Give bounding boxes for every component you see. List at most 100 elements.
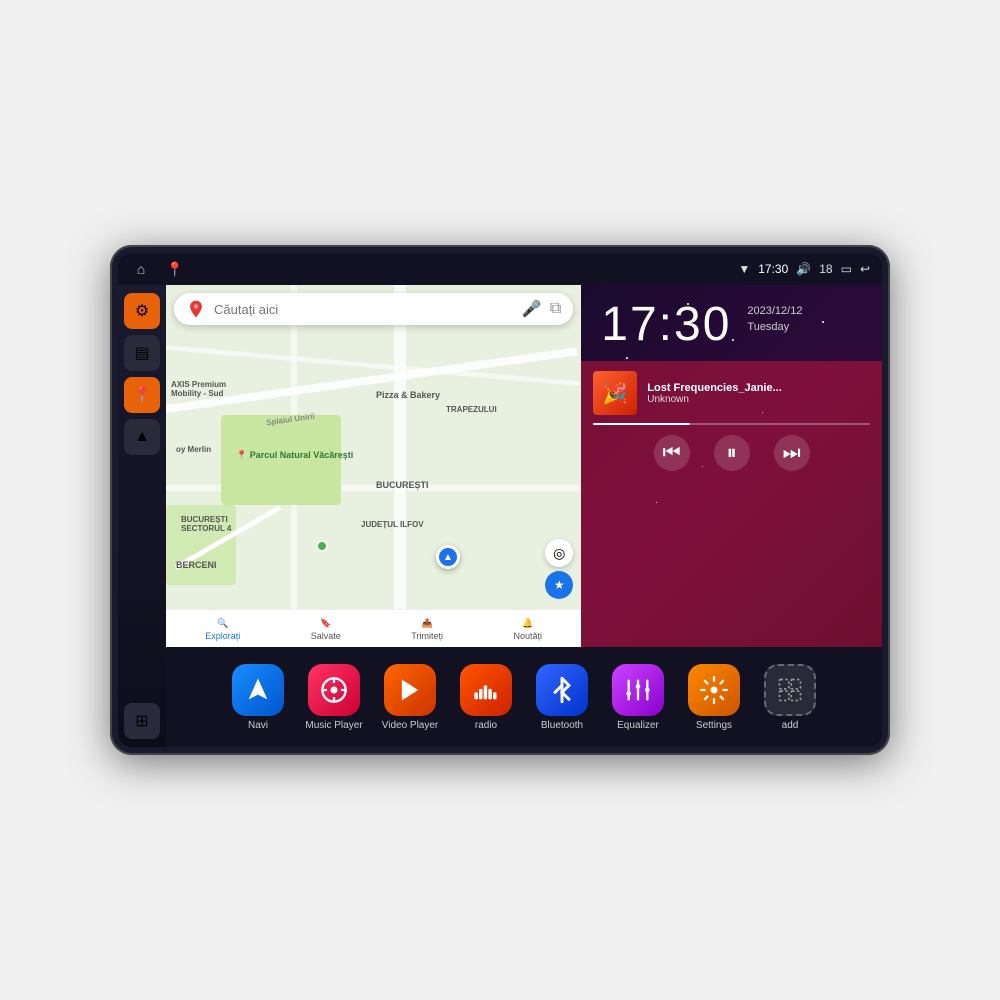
map-send-btn[interactable]: 📤 Trimiteți — [411, 618, 443, 641]
files-sidebar-btn[interactable]: ▤ — [124, 335, 160, 371]
app-settings[interactable]: Settings — [682, 664, 746, 731]
add-label: add — [782, 720, 799, 731]
map-label-axis: AXIS PremiumMobility - Sud — [171, 380, 226, 398]
settings-icon — [688, 664, 740, 716]
news-icon: 🔔 — [522, 618, 533, 629]
map-saved-btn[interactable]: 🔖 Salvate — [311, 618, 341, 641]
battery-icon: ▭ — [841, 262, 852, 276]
saved-label: Salvate — [311, 631, 341, 641]
app-equalizer[interactable]: Equalizer — [606, 664, 670, 731]
radio-icon — [460, 664, 512, 716]
music-progress-bar[interactable] — [593, 423, 870, 425]
left-sidebar: ⚙ ▤ 📍 ▲ ⊞ — [118, 285, 166, 747]
clock-display: 17:30 — [601, 301, 731, 349]
explore-label: Explorați — [205, 631, 240, 641]
map-label-parc: 📍 Parcul Natural Văcărești — [236, 450, 353, 461]
app-music-player[interactable]: Music Player — [302, 664, 366, 731]
music-player-label: Music Player — [305, 720, 362, 731]
app-bluetooth[interactable]: Bluetooth — [530, 664, 594, 731]
map-location-dot — [316, 540, 328, 552]
explore-icon: 🔍 — [217, 618, 228, 629]
map-bottom-bar: 🔍 Explorați 🔖 Salvate 📤 Trimiteți — [166, 609, 581, 647]
locate-button[interactable]: ◎ — [545, 539, 573, 567]
map-explore-btn[interactable]: 🔍 Explorați — [205, 618, 240, 641]
prev-button[interactable]: ⏮ — [654, 435, 690, 471]
navi-sidebar-btn[interactable]: ▲ — [124, 419, 160, 455]
clock-date-area: 2023/12/12 Tuesday — [747, 301, 802, 333]
video-player-label: Video Player — [382, 720, 439, 731]
main-content: ⚙ ▤ 📍 ▲ ⊞ — [118, 285, 882, 747]
app-navi[interactable]: Navi — [226, 664, 290, 731]
settings-label: Settings — [696, 720, 732, 731]
music-controls: ⏮ ⏸ ⏭ — [593, 435, 870, 471]
map-widget[interactable]: AXIS PremiumMobility - Sud 📍 Parcul Natu… — [166, 285, 581, 647]
car-head-unit: ⌂ 📍 ▼ 17:30 🔊 18 ▭ ↩ ⚙ ▤ 📍 ▲ ⊞ — [110, 245, 890, 755]
clock-day: Tuesday — [747, 321, 802, 333]
map-label-ilfov: JUDEȚUL ILFOV — [361, 520, 424, 529]
settings-sidebar-btn[interactable]: ⚙ — [124, 293, 160, 329]
bluetooth-icon — [536, 664, 588, 716]
map-label-berceni: BERCENI — [176, 560, 217, 570]
map-search-right: 🎤 ⧉ — [522, 299, 561, 319]
map-background: AXIS PremiumMobility - Sud 📍 Parcul Natu… — [166, 285, 581, 647]
status-right: ▼ 17:30 🔊 18 ▭ ↩ — [738, 262, 870, 276]
map-label-sector: BUCUREȘTISECTORUL 4 — [181, 515, 231, 533]
grid-btn[interactable]: ⊞ — [124, 703, 160, 739]
app-grid: Navi Music Player Video Player — [166, 647, 882, 747]
music-artist: Unknown — [647, 394, 870, 405]
equalizer-icon — [612, 664, 664, 716]
music-crowd-icon: 🎉 — [603, 381, 628, 406]
center-area: AXIS PremiumMobility - Sud 📍 Parcul Natu… — [166, 285, 882, 747]
volume-icon: 🔊 — [796, 262, 811, 276]
signal-icon: ▼ — [738, 262, 750, 276]
navi-label: Navi — [248, 720, 268, 731]
battery-number: 18 — [819, 262, 832, 276]
map-layers-icon[interactable]: ⧉ — [550, 300, 561, 318]
navigation-dot[interactable]: ▲ — [436, 545, 460, 569]
clock-section: 17:30 2023/12/12 Tuesday — [581, 285, 882, 361]
map-news-btn[interactable]: 🔔 Noutăți — [513, 618, 542, 641]
back-icon[interactable]: ↩ — [860, 262, 870, 276]
microphone-icon[interactable]: 🎤 — [522, 299, 542, 319]
road-2 — [394, 285, 406, 647]
next-button[interactable]: ⏭ — [774, 435, 810, 471]
music-progress-fill — [593, 423, 690, 425]
device-screen: ⌂ 📍 ▼ 17:30 🔊 18 ▭ ↩ ⚙ ▤ 📍 ▲ ⊞ — [118, 253, 882, 747]
map-label-trapez: TRAPEZULUI — [446, 405, 497, 414]
pause-button[interactable]: ⏸ — [714, 435, 750, 471]
top-row: AXIS PremiumMobility - Sud 📍 Parcul Natu… — [166, 285, 882, 647]
status-left: ⌂ 📍 — [130, 258, 186, 280]
music-thumbnail: 🎉 — [593, 371, 637, 415]
video-player-icon — [384, 664, 436, 716]
right-panel: 17:30 2023/12/12 Tuesday 🎉 — [581, 285, 882, 647]
saved-icon: 🔖 — [320, 618, 331, 629]
google-maps-icon — [186, 299, 206, 319]
map-label-buc: BUCUREȘTI — [376, 480, 429, 490]
music-info: 🎉 Lost Frequencies_Janie... Unknown — [593, 371, 870, 415]
status-bar: ⌂ 📍 ▼ 17:30 🔊 18 ▭ ↩ — [118, 253, 882, 285]
equalizer-label: Equalizer — [617, 720, 659, 731]
maps-sidebar-btn[interactable]: 📍 — [124, 377, 160, 413]
home-icon[interactable]: ⌂ — [130, 258, 152, 280]
map-label-pizza: Pizza & Bakery — [376, 390, 440, 400]
app-add[interactable]: add — [758, 664, 822, 731]
status-time: 17:30 — [758, 262, 788, 276]
music-title: Lost Frequencies_Janie... — [647, 382, 870, 394]
navi-icon — [232, 664, 284, 716]
app-video-player[interactable]: Video Player — [378, 664, 442, 731]
app-radio[interactable]: radio — [454, 664, 518, 731]
map-search-input[interactable] — [214, 302, 522, 317]
add-icon — [764, 664, 816, 716]
send-icon: 📤 — [422, 618, 433, 629]
music-player-icon — [308, 664, 360, 716]
clock-time: 17:30 — [601, 301, 731, 349]
clock-date: 2023/12/12 — [747, 305, 802, 317]
send-label: Trimiteți — [411, 631, 443, 641]
map-search-bar[interactable]: 🎤 ⧉ — [174, 293, 573, 325]
location-status-icon[interactable]: 📍 — [164, 258, 186, 280]
bluetooth-label: Bluetooth — [541, 720, 583, 731]
map-label-merlin: oy Merlin — [176, 445, 211, 454]
music-section: 🎉 Lost Frequencies_Janie... Unknown — [581, 361, 882, 647]
star-button[interactable]: ★ — [545, 571, 573, 599]
news-label: Noutăți — [513, 631, 542, 641]
